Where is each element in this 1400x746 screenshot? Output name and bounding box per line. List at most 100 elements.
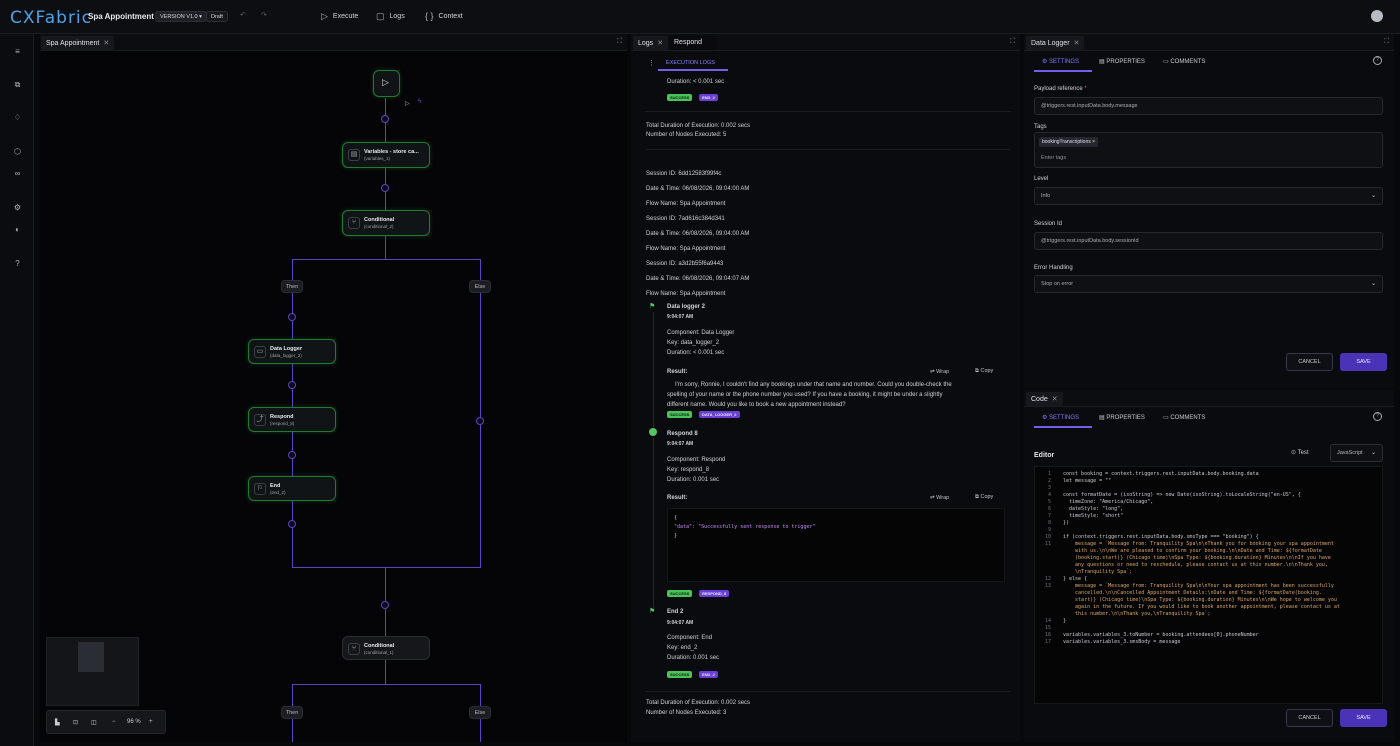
logs-tabstrip: Logs ✕ Respond ⛶ (631, 34, 1020, 51)
expand-icon[interactable]: ⛶ (617, 38, 622, 46)
tags-input[interactable]: bookingTranscriptions × Enter tags (1034, 132, 1383, 168)
flow-canvas[interactable]: Spa Appointment ✕ ⛶ ▷ ▷ ϟ ▤ Variables - s… (40, 34, 627, 742)
help-icon[interactable]: ? (1373, 56, 1382, 65)
branch-else-2[interactable]: Else (469, 706, 491, 719)
test-button[interactable]: ⊙ Test (1291, 449, 1309, 456)
bulb-icon[interactable]: ♢ (12, 112, 23, 123)
tab-label: COMMENTS (1170, 415, 1206, 421)
toggle-icon[interactable]: ◐ (12, 224, 23, 235)
tab-code[interactable]: Code ✕ (1026, 392, 1063, 406)
language-select[interactable]: JavaScript ⌄ (1330, 444, 1383, 462)
layout-icon[interactable]: ▙ (55, 719, 60, 726)
expand-icon[interactable]: ⛶ (1010, 38, 1015, 46)
zoom-level: 96 % (127, 719, 141, 725)
node-conditional-2[interactable]: ⑂ Conditional (conditional_1) (342, 636, 430, 660)
cancel-button[interactable]: CANCEL (1286, 709, 1333, 727)
branch-then-2[interactable]: Then (281, 706, 303, 719)
branch-else[interactable]: Else (469, 280, 491, 293)
tab-comments[interactable]: ▭ COMMENTS (1163, 414, 1205, 421)
edge-handle[interactable] (381, 184, 389, 192)
execute-button[interactable]: ▷ Execute (321, 11, 358, 22)
minimap[interactable] (46, 637, 139, 706)
close-icon[interactable]: ✕ (1052, 396, 1058, 403)
node-end[interactable]: ⚐ End (end_2) (248, 476, 336, 501)
node-respond[interactable]: ⤴ Respond (respond_8) (248, 407, 336, 432)
editor-label: Editor (1034, 452, 1055, 459)
code-text: cancelled.\n\nCancelled Appointment Deta… (1063, 590, 1322, 596)
code-line: 10 if (context.triggers.rest.inputData.bo… (1035, 534, 1259, 541)
branch-then[interactable]: Then (281, 280, 303, 293)
line-number: 1 (1047, 471, 1051, 477)
wrap-button[interactable]: ⇌ Wrap (930, 495, 949, 501)
node-data-logger[interactable]: ▭ Data Logger (data_logger_2) (248, 339, 336, 364)
minimap-viewport[interactable] (78, 642, 104, 672)
context-button[interactable]: { } Context (425, 11, 463, 21)
tab-comments[interactable]: ▭ COMMENTS (1163, 58, 1205, 65)
edge-handle[interactable] (288, 451, 296, 459)
edge-handle[interactable] (476, 417, 484, 425)
respond-icon: ⤴ (254, 414, 266, 426)
tab-settings[interactable]: ⚙ SETTINGS (1042, 414, 1079, 421)
tag-chip[interactable]: bookingTranscriptions × (1039, 137, 1099, 147)
help-icon[interactable]: ? (12, 258, 23, 269)
menu-icon[interactable]: ≡ (12, 46, 23, 57)
error-handling-select[interactable]: Stop on error ⌄ (1034, 275, 1383, 293)
fit-view-icon[interactable]: ⊡ (73, 719, 78, 726)
chevron-down-icon: ⌄ (1370, 281, 1376, 287)
close-icon[interactable]: ✕ (1074, 40, 1080, 47)
undo-icon[interactable]: ↶ (240, 11, 246, 19)
node-subtitle: (conditional_2) (364, 224, 394, 229)
copy-icon[interactable]: ⧉ (12, 79, 23, 90)
save-button[interactable]: SAVE (1340, 353, 1387, 371)
start-node[interactable]: ▷ (373, 70, 400, 97)
cancel-button[interactable]: CANCEL (1286, 353, 1333, 371)
cube-icon[interactable]: ⬡ (12, 146, 23, 157)
tab-spa-appointment[interactable]: Spa Appointment ✕ (41, 36, 115, 50)
copy-button[interactable]: ⧉ Copy (975, 368, 993, 375)
expand-icon[interactable]: ⛶ (1384, 38, 1389, 46)
kebab-menu-icon[interactable]: ⋮ (648, 59, 655, 67)
edge-handle[interactable] (381, 601, 389, 609)
code-editor[interactable]: 1 const booking = context.triggers.rest.i… (1034, 466, 1383, 704)
tab-execution-logs[interactable]: EXECUTION LOGS (666, 60, 715, 66)
level-label: Level (1034, 176, 1049, 182)
redo-icon[interactable]: ↷ (261, 11, 267, 19)
tab-label: SETTINGS (1049, 59, 1080, 65)
tab-properties[interactable]: ▤ PROPERTIES (1099, 58, 1145, 65)
session-id-input[interactable]: @triggers.rest.inputData.body.sessionId (1034, 232, 1383, 250)
context-label: Context (438, 12, 463, 20)
copy-label: Copy (980, 494, 994, 500)
zoom-out-button[interactable]: − (112, 719, 116, 725)
node-title: Conditional (364, 217, 395, 223)
node-badge: RESPOND_8 (699, 590, 730, 597)
settings-icon[interactable]: ⚙ (12, 202, 23, 213)
success-badge: SUCCESS (667, 590, 693, 597)
edge-handle[interactable] (381, 115, 389, 123)
node-conditional[interactable]: ⑂ Conditional (conditional_2) (342, 210, 430, 236)
tab-settings[interactable]: ⚙ SETTINGS (1042, 58, 1079, 65)
copy-button[interactable]: ⧉ Copy (975, 494, 993, 501)
code-line: 8}) (1035, 520, 1069, 527)
tab-respond[interactable]: Respond (669, 36, 717, 50)
payload-input[interactable]: @triggers.rest.inputData.body.message (1034, 97, 1383, 115)
binoculars-icon[interactable]: ∞ (12, 168, 23, 179)
logs-button[interactable]: ▢ Logs (376, 11, 405, 22)
wrap-button[interactable]: ⇌ Wrap (930, 369, 949, 375)
node-variables[interactable]: ▤ Variables - store ca... (variables_1) (342, 142, 430, 168)
close-icon[interactable]: ✕ (657, 40, 663, 47)
tab-properties[interactable]: ▤ PROPERTIES (1099, 414, 1145, 421)
avatar[interactable] (1371, 10, 1383, 22)
edge-handle[interactable] (288, 520, 296, 528)
edge-handle[interactable] (288, 381, 296, 389)
edge-handle[interactable] (288, 313, 296, 321)
version-dropdown[interactable]: VERSION V1.0 ▾ (155, 11, 207, 22)
panel-icon[interactable]: ◫ (91, 719, 97, 726)
zoom-in-button[interactable]: + (149, 719, 153, 725)
save-button[interactable]: SAVE (1340, 709, 1387, 727)
help-icon[interactable]: ? (1373, 412, 1382, 421)
close-icon[interactable]: ✕ (103, 40, 109, 47)
run-icon[interactable]: ▷ (405, 100, 410, 107)
level-select[interactable]: Info ⌄ (1034, 187, 1383, 205)
tab-logs[interactable]: Logs ✕ (633, 36, 669, 50)
tab-data-logger[interactable]: Data Logger ✕ (1026, 36, 1085, 50)
